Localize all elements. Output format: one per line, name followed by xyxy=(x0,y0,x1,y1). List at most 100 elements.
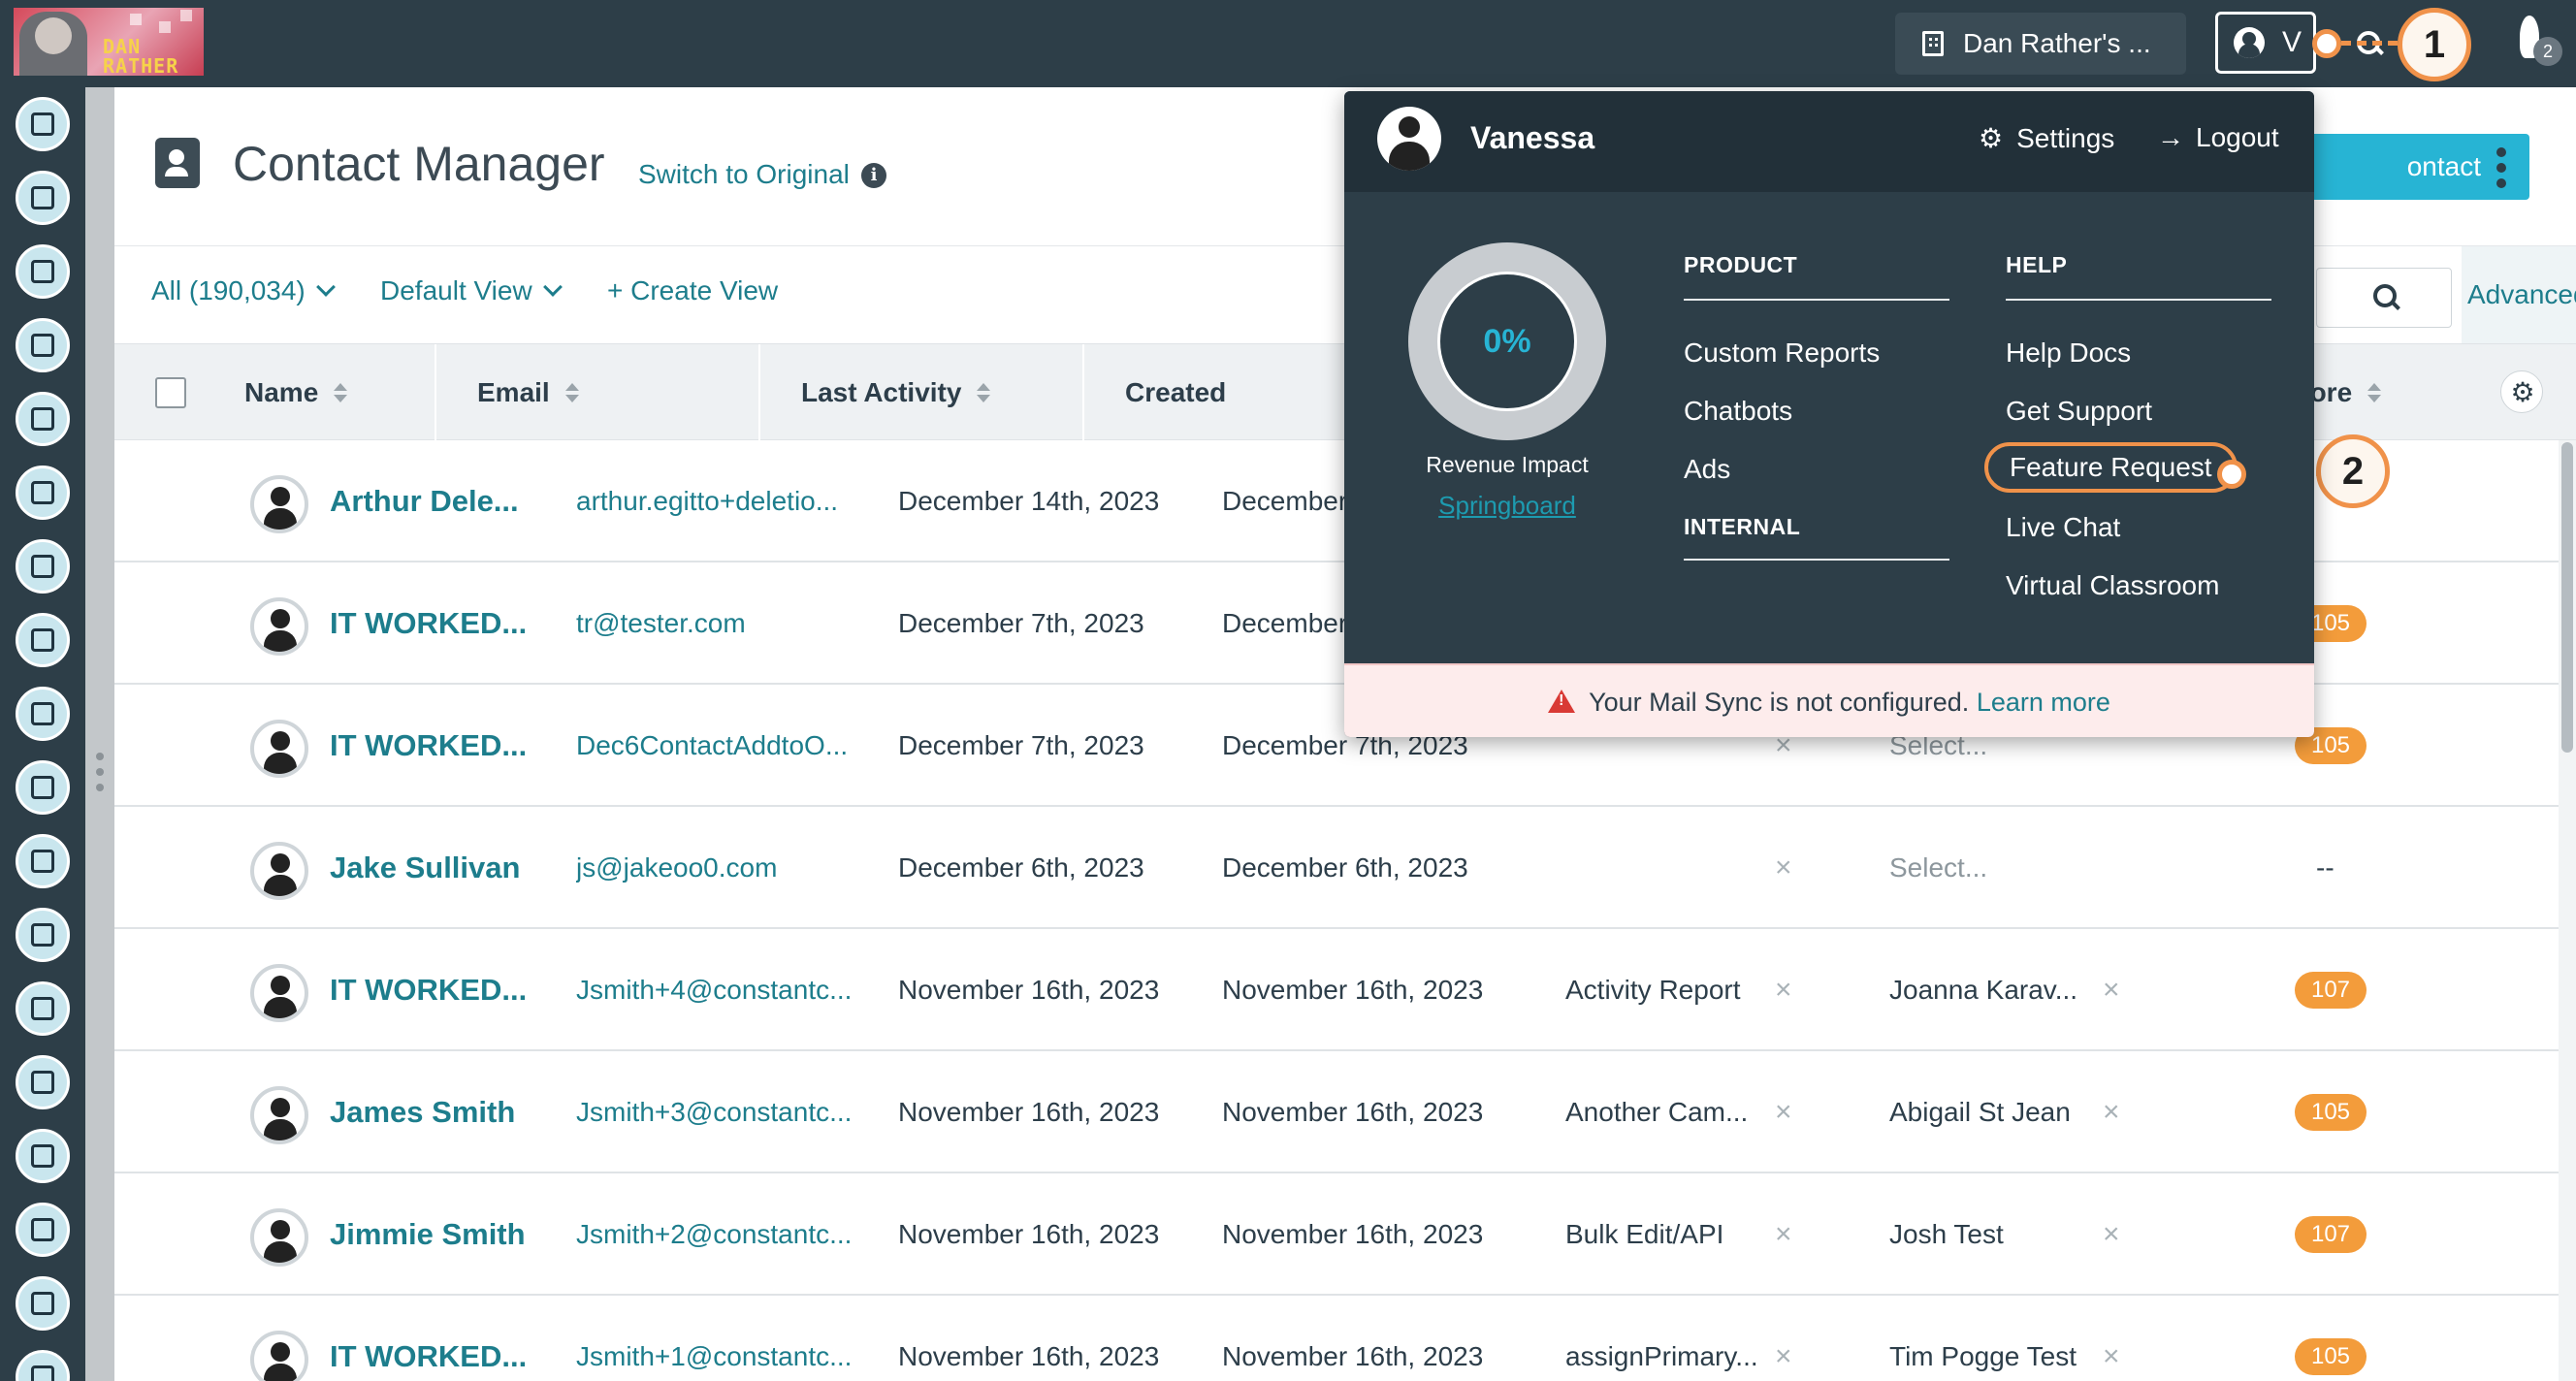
tv-icon[interactable] xyxy=(16,760,70,815)
building-icon[interactable] xyxy=(16,1350,70,1381)
grip-dot xyxy=(96,768,104,776)
contact-email[interactable]: arthur.egitto+deletio... xyxy=(576,440,838,562)
contact-email[interactable]: Dec6ContactAddtoO... xyxy=(576,685,848,807)
remove-campaign-icon[interactable]: × xyxy=(1775,929,1792,1051)
view-selector[interactable]: Default View xyxy=(380,275,563,306)
all-contacts-filter[interactable]: All (190,034) xyxy=(151,275,336,306)
contact-name[interactable]: James Smith xyxy=(330,1051,515,1173)
thumbs-up-icon[interactable] xyxy=(16,687,70,741)
contact-email[interactable]: Jsmith+3@constantc... xyxy=(576,1051,852,1173)
menu-get-support[interactable]: Get Support xyxy=(2006,396,2152,427)
logo-pixel xyxy=(130,14,142,25)
notification-badge: 2 xyxy=(2533,37,2562,66)
calendar-icon[interactable] xyxy=(16,908,70,962)
springboard-link[interactable]: Springboard xyxy=(1383,491,1631,521)
created-date: December xyxy=(1222,608,1348,638)
list-icon[interactable] xyxy=(16,466,70,520)
contact-email[interactable]: Jsmith+4@constantc... xyxy=(576,929,852,1051)
remove-owner-icon[interactable]: × xyxy=(2103,929,2120,1051)
sort-icon xyxy=(977,383,991,404)
contact-email[interactable]: js@jakeoo0.com xyxy=(576,807,777,929)
user-menu-button[interactable]: V xyxy=(2215,12,2316,74)
account-name: Dan Rather's ... xyxy=(1963,28,2151,58)
select-all-checkbox[interactable] xyxy=(155,377,186,408)
menu-custom-reports[interactable]: Custom Reports xyxy=(1684,337,1880,369)
owner-select[interactable]: Joanna Karav... xyxy=(1889,929,2077,1051)
headset-icon[interactable] xyxy=(16,1129,70,1183)
contact-email[interactable]: Jsmith+1@constantc... xyxy=(576,1296,852,1381)
advanced-search-link[interactable]: Advanced xyxy=(2462,246,2576,343)
user-star-icon[interactable] xyxy=(16,1203,70,1257)
menu-chatbots[interactable]: Chatbots xyxy=(1684,396,1792,427)
scrollbar-thumb[interactable] xyxy=(2561,442,2573,753)
menu-virtual-classroom[interactable]: Virtual Classroom xyxy=(2006,570,2219,601)
table-row[interactable]: Jimmie Smith Jsmith+2@constantc... Novem… xyxy=(114,1173,2559,1296)
remove-owner-icon[interactable]: × xyxy=(2103,1051,2120,1173)
switch-to-original-link[interactable]: Switch to Original xyxy=(638,159,850,190)
created-date: December 6th, 2023 xyxy=(1222,852,1468,883)
table-row[interactable]: Jake Sullivan js@jakeoo0.com December 6t… xyxy=(114,807,2559,929)
account-switcher[interactable]: Dan Rather's ... xyxy=(1895,13,2186,75)
gear-icon: ⚙ xyxy=(1979,123,2004,153)
remove-owner-icon[interactable]: × xyxy=(2103,1296,2120,1381)
campaign: Activity Report xyxy=(1565,975,1741,1005)
table-row[interactable]: James Smith Jsmith+3@constantc... Novemb… xyxy=(114,1051,2559,1173)
lead-score: -- xyxy=(2316,852,2334,883)
last-activity: December 14th, 2023 xyxy=(898,486,1160,516)
owner-select[interactable]: Tim Pogge Test xyxy=(1889,1296,2077,1381)
contact-email[interactable]: tr@tester.com xyxy=(576,562,746,685)
rocket-icon[interactable]: 2 xyxy=(2512,16,2562,70)
contact-name[interactable]: Arthur Dele... xyxy=(330,440,519,562)
settings-link[interactable]: ⚙ Settings xyxy=(1979,122,2114,154)
info-icon[interactable]: i xyxy=(861,163,886,188)
contacts-icon[interactable] xyxy=(16,97,70,151)
menu-ads[interactable]: Ads xyxy=(1684,454,1730,485)
column-last-activity[interactable]: Last Activity xyxy=(760,344,1084,441)
warning-icon xyxy=(1548,690,1576,713)
remove-campaign-icon[interactable]: × xyxy=(1775,1051,1792,1173)
clipboard-icon[interactable] xyxy=(16,244,70,299)
megaphone-icon[interactable] xyxy=(16,539,70,594)
remove-owner-icon[interactable]: × xyxy=(2103,1173,2120,1296)
column-email[interactable]: Email xyxy=(436,344,760,441)
vertical-scrollbar[interactable] xyxy=(2559,440,2576,1381)
contact-name[interactable]: IT WORKED... xyxy=(330,562,527,685)
chart-icon[interactable] xyxy=(16,1055,70,1109)
image-icon[interactable] xyxy=(16,834,70,888)
menu-live-chat[interactable]: Live Chat xyxy=(2006,512,2120,543)
remove-campaign-icon[interactable]: × xyxy=(1775,1173,1792,1296)
search-button[interactable] xyxy=(2316,268,2452,328)
grip-dot xyxy=(96,784,104,791)
contact-email[interactable]: Jsmith+2@constantc... xyxy=(576,1173,852,1296)
chat-icon[interactable] xyxy=(16,613,70,667)
branch-icon[interactable] xyxy=(16,392,70,446)
table-row[interactable]: IT WORKED... Jsmith+4@constantc... Novem… xyxy=(114,929,2559,1051)
menu-help-docs[interactable]: Help Docs xyxy=(2006,337,2131,369)
contact-name[interactable]: Jake Sullivan xyxy=(330,807,520,929)
handshake-icon[interactable] xyxy=(16,981,70,1036)
remove-campaign-icon[interactable]: × xyxy=(1775,807,1792,929)
more-options-icon[interactable] xyxy=(2481,142,2520,196)
brand-logo[interactable]: DAN RATHER xyxy=(14,8,204,76)
gear-icon[interactable] xyxy=(2500,370,2544,414)
last-activity: November 16th, 2023 xyxy=(898,1219,1160,1249)
learn-more-link[interactable]: Learn more xyxy=(1977,688,2110,717)
owner-select[interactable]: Josh Test xyxy=(1889,1173,2004,1296)
sidebar-resize-handle[interactable] xyxy=(85,87,114,1381)
contact-name[interactable]: IT WORKED... xyxy=(330,1296,527,1381)
inbox-icon[interactable] xyxy=(16,171,70,225)
contact-name[interactable]: Jimmie Smith xyxy=(330,1173,526,1296)
table-row[interactable]: IT WORKED... Jsmith+1@constantc... Novem… xyxy=(114,1296,2559,1381)
owner-select[interactable]: Select... xyxy=(1889,807,1987,929)
remove-campaign-icon[interactable]: × xyxy=(1775,1296,1792,1381)
contact-name[interactable]: IT WORKED... xyxy=(330,685,527,807)
contact-name[interactable]: IT WORKED... xyxy=(330,929,527,1051)
bar-chart-icon[interactable] xyxy=(16,1276,70,1331)
menu-feature-request[interactable]: Feature Request xyxy=(1984,442,2238,493)
column-name[interactable]: Name xyxy=(204,344,436,441)
create-view-link[interactable]: + Create View xyxy=(607,275,778,306)
owner-select[interactable]: Abigail St Jean xyxy=(1889,1051,2071,1173)
user-initial: V xyxy=(2282,26,2302,58)
map-icon[interactable] xyxy=(16,318,70,372)
logout-link[interactable]: → Logout xyxy=(2157,122,2279,153)
